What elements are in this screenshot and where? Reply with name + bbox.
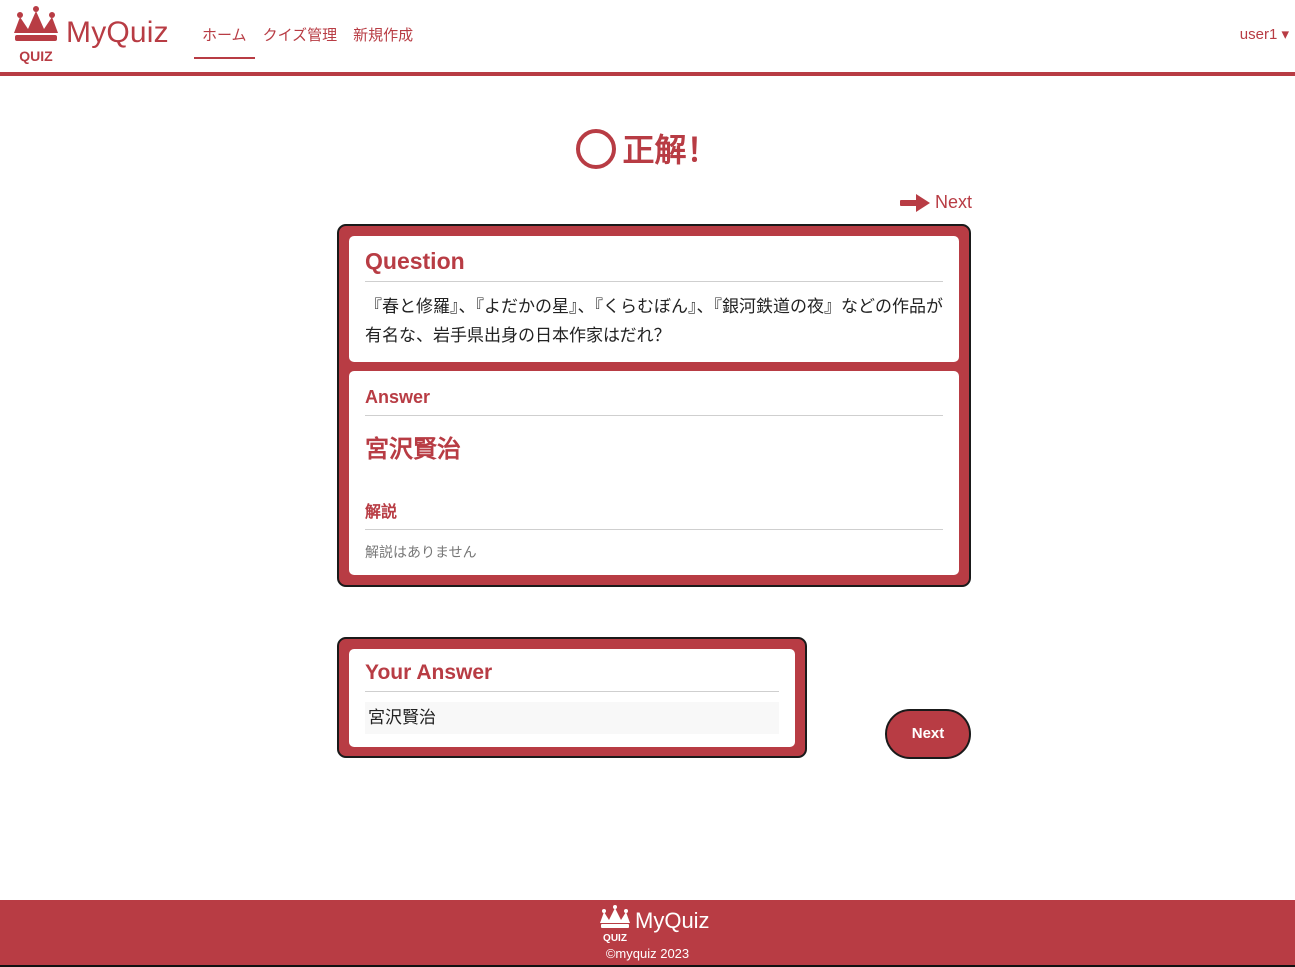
header: QUIZ MyQuiz ホーム クイズ管理 新規作成 user1 ▾ xyxy=(0,0,1295,76)
your-answer-title: Your Answer xyxy=(365,649,779,692)
result-heading: 正解！ xyxy=(0,128,1295,172)
crown-logo-icon[interactable]: QUIZ xyxy=(10,3,62,65)
brand-title[interactable]: MyQuiz xyxy=(66,16,169,50)
main-nav: ホーム クイズ管理 新規作成 xyxy=(194,22,421,59)
answer-title: Answer xyxy=(365,371,943,416)
footer-brand: MyQuiz xyxy=(635,908,710,933)
next-link[interactable]: Next xyxy=(900,192,972,213)
question-title: Question xyxy=(365,236,943,282)
next-link-label: Next xyxy=(935,192,973,212)
footer-copyright: ©myquiz 2023 xyxy=(605,946,690,961)
explanation-title: 解説 xyxy=(365,464,943,530)
result-label: 正解！ xyxy=(622,131,719,169)
user-menu[interactable]: user1 ▾ xyxy=(1240,25,1289,43)
next-button[interactable]: Next xyxy=(885,709,971,759)
answer-card: Answer 宮沢賢治 解説 解説はありません xyxy=(349,371,959,575)
explanation-text: 解説はありません xyxy=(365,545,477,561)
question-card: Question 『春と修羅』、『よだかの星』、『くらむぼん』、『銀河鉄道の夜』… xyxy=(349,236,959,362)
nav-home[interactable]: ホーム xyxy=(194,22,255,59)
question-text: 『春と修羅』、『よだかの星』、『くらむぼん』、『銀河鉄道の夜』などの作品が有名な… xyxy=(365,297,943,346)
nav-new-create[interactable]: 新規作成 xyxy=(345,22,421,59)
your-answer-field: 宮沢賢治 xyxy=(365,702,779,734)
svg-text:QUIZ: QUIZ xyxy=(603,933,627,943)
question-answer-panel: Question 『春と修羅』、『よだかの星』、『くらむぼん』、『銀河鉄道の夜』… xyxy=(337,224,971,587)
nav-quiz-manage[interactable]: クイズ管理 xyxy=(255,22,346,59)
your-answer-panel: Your Answer 宮沢賢治 xyxy=(337,637,807,758)
correct-circle-icon xyxy=(576,129,617,169)
arrow-right-icon xyxy=(900,193,930,212)
answer-text: 宮沢賢治 xyxy=(365,435,461,463)
footer: QUIZ MyQuiz ©myquiz 2023 xyxy=(0,900,1295,967)
footer-crown-logo-icon: QUIZ xyxy=(600,905,630,943)
svg-text:QUIZ: QUIZ xyxy=(19,48,53,64)
your-answer-card: Your Answer 宮沢賢治 xyxy=(349,649,795,747)
